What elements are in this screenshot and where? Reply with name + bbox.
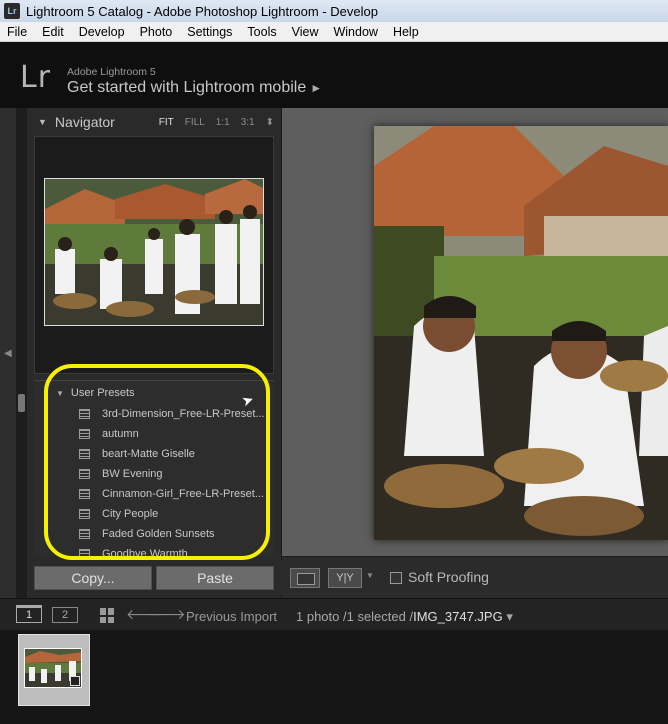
menu-view[interactable]: View <box>285 25 327 39</box>
preset-label: Faded Golden Sunsets <box>102 528 215 540</box>
soft-proofing-label: Soft Proofing <box>408 569 489 585</box>
window-title: Lightroom 5 Catalog - Adobe Photoshop Li… <box>26 3 378 19</box>
preset-list-icon <box>79 509 90 519</box>
preset-item[interactable]: BW Evening <box>34 464 274 484</box>
preset-item[interactable]: beart-Matte Giselle <box>34 444 274 464</box>
preset-list-icon <box>79 529 90 539</box>
left-panel-toggle-strip[interactable]: ◀ <box>0 108 16 598</box>
collapse-left-arrow-icon[interactable]: ◀ <box>4 348 12 359</box>
preset-label: Goodbye Warmth <box>102 548 188 556</box>
before-after-dropdown-icon[interactable]: ▼ <box>366 571 374 580</box>
preset-list-icon <box>79 429 90 439</box>
before-after-button[interactable]: Y|Y <box>328 568 362 588</box>
menu-window[interactable]: Window <box>326 25 385 39</box>
play-arrow-icon: ► <box>310 81 323 95</box>
lightroom-mobile-link[interactable]: Get started with Lightroom mobile ► <box>67 79 322 97</box>
filmstrip-source[interactable]: Previous Import <box>186 609 277 624</box>
preset-label: BW Evening <box>102 468 163 480</box>
zoom-fill[interactable]: FILL <box>185 117 205 128</box>
develop-adjusted-badge-icon <box>70 676 80 686</box>
copy-button[interactable]: Copy... <box>34 566 152 590</box>
user-presets-label: User Presets <box>70 387 135 399</box>
preset-label: Cinnamon-Girl_Free-LR-Preset... <box>102 488 264 500</box>
scrollbar-thumb[interactable] <box>18 394 25 412</box>
identity-plate: Lr Adobe Lightroom 5 Get started with Li… <box>0 42 668 108</box>
zoom-1-1[interactable]: 1:1 <box>216 117 230 128</box>
menu-help[interactable]: Help <box>386 25 427 39</box>
menu-photo[interactable]: Photo <box>133 25 181 39</box>
preset-label: autumn <box>102 428 139 440</box>
mobile-link-label: Get started with Lightroom mobile <box>67 79 307 96</box>
preset-item[interactable]: Cinnamon-Girl_Free-LR-Preset... <box>34 484 274 504</box>
preset-list-icon <box>79 469 90 479</box>
left-panel-scrollbar[interactable] <box>16 108 27 598</box>
soft-proofing-checkbox[interactable] <box>390 572 402 584</box>
menu-bar: File Edit Develop Photo Settings Tools V… <box>0 22 668 42</box>
preset-list-icon <box>79 489 90 499</box>
filename-dropdown-icon[interactable]: ▾ <box>506 609 513 624</box>
loupe-view-button[interactable] <box>290 568 320 588</box>
preset-item[interactable]: autumn <box>34 424 274 444</box>
presets-panel: ▼ User Presets 3rd-Dimension_Free-LR-Pre… <box>34 380 274 556</box>
navigator-zoom-options: FIT FILL 1:1 3:1 ⬍ <box>159 117 278 128</box>
window-titlebar: Lr Lightroom 5 Catalog - Adobe Photoshop… <box>0 0 668 22</box>
zoom-3-1[interactable]: 3:1 <box>241 117 255 128</box>
navigator-title: Navigator <box>54 114 115 130</box>
menu-file[interactable]: File <box>0 25 35 39</box>
menu-edit[interactable]: Edit <box>35 25 72 39</box>
menu-settings[interactable]: Settings <box>180 25 240 39</box>
preset-item[interactable]: Faded Golden Sunsets <box>34 524 274 544</box>
grid-view-icon[interactable] <box>100 608 115 623</box>
navigator-preview-image[interactable] <box>44 178 264 326</box>
lightroom-logo: Lr <box>20 60 52 95</box>
zoom-fit[interactable]: FIT <box>159 117 174 128</box>
menu-tools[interactable]: Tools <box>240 25 284 39</box>
filmstrip <box>0 630 668 724</box>
preset-list-icon <box>79 549 90 556</box>
product-name: Adobe Lightroom 5 <box>67 66 156 78</box>
preset-label: City People <box>102 508 159 520</box>
expand-triangle-icon[interactable]: ▼ <box>38 117 47 127</box>
paste-button[interactable]: Paste <box>156 566 274 590</box>
primary-window-button[interactable]: 1 <box>16 605 42 623</box>
navigator-header[interactable]: ▼ Navigator FIT FILL 1:1 3:1 ⬍ <box>28 110 278 134</box>
preset-item[interactable]: Goodbye Warmth <box>34 544 274 556</box>
preset-item[interactable]: 3rd-Dimension_Free-LR-Preset... <box>34 404 274 424</box>
forward-arrow-icon[interactable]: 🡒 <box>148 606 186 623</box>
zoom-dropdown-icon[interactable]: ⬍ <box>266 117 274 128</box>
filmstrip-selection-info[interactable]: 1 photo /1 selected /IMG_3747.JPG ▾ <box>296 609 513 625</box>
menu-develop[interactable]: Develop <box>72 25 133 39</box>
preset-list-icon <box>79 449 90 459</box>
photo-count: 1 photo /1 selected / <box>296 609 414 624</box>
main-photo[interactable] <box>374 126 668 540</box>
preset-label: beart-Matte Giselle <box>102 448 195 460</box>
folder-expand-triangle-icon[interactable]: ▼ <box>56 389 64 398</box>
filename: IMG_3747.JPG <box>413 609 503 624</box>
lightroom-app-icon: Lr <box>4 3 20 19</box>
user-presets-folder[interactable]: ▼ User Presets <box>56 387 135 399</box>
secondary-window-button[interactable]: 2 <box>52 607 78 623</box>
preset-list-icon <box>79 409 90 419</box>
preset-item[interactable]: City People <box>34 504 274 524</box>
